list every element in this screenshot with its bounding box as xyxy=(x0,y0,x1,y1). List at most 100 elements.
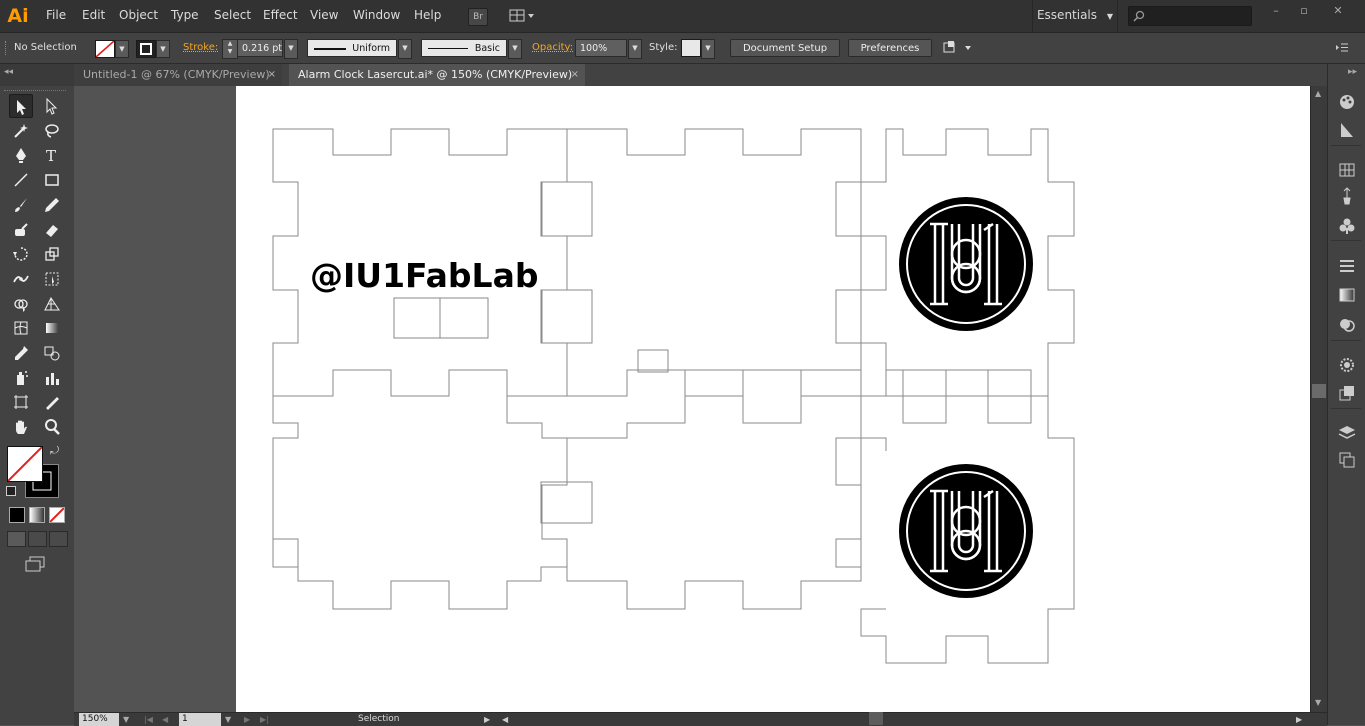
opacity-field[interactable]: 100% xyxy=(575,39,627,57)
mesh-tool-button[interactable] xyxy=(9,316,31,338)
style-dropdown[interactable]: ▼ xyxy=(701,39,715,59)
minimize-button[interactable]: – xyxy=(1264,4,1288,18)
eyedropper-tool-button[interactable] xyxy=(9,341,31,363)
scale-tool-button[interactable] xyxy=(40,242,62,264)
stroke-weight-field[interactable]: 0.216 pt xyxy=(237,39,283,57)
horizontal-scroll-thumb[interactable] xyxy=(869,712,883,725)
zoom-field[interactable]: 150% xyxy=(79,713,119,726)
selection-tool-button[interactable] xyxy=(9,94,33,118)
menu-select[interactable]: Select xyxy=(214,8,251,22)
default-colors-icon[interactable] xyxy=(6,486,16,496)
perspective-grid-tool-button[interactable] xyxy=(40,292,62,314)
scroll-up-icon[interactable]: ▲ xyxy=(1315,89,1321,98)
expand-panels-icon[interactable]: ▸▸ xyxy=(1348,67,1357,77)
stroke-dropdown[interactable]: ▼ xyxy=(156,40,170,58)
artboard[interactable]: @IU1FabLab xyxy=(236,86,1310,712)
scroll-right-icon[interactable]: ▶ xyxy=(1296,713,1302,726)
shape-builder-tool-button[interactable] xyxy=(9,292,31,314)
close-window-button[interactable]: ✕ xyxy=(1326,4,1350,18)
scroll-left-icon[interactable]: ◀ xyxy=(502,713,508,726)
none-mode-button[interactable] xyxy=(49,507,65,523)
variable-width-profile[interactable]: Uniform xyxy=(307,39,397,57)
bridge-button[interactable]: Br xyxy=(468,8,488,26)
brush-definition[interactable]: Basic xyxy=(421,39,507,57)
close-icon[interactable]: × xyxy=(268,64,276,86)
menu-object[interactable]: Object xyxy=(119,8,158,22)
lasso-tool-button[interactable] xyxy=(40,119,62,141)
collapse-panel-icon[interactable]: ◂◂ xyxy=(4,67,13,77)
canvas-area[interactable]: @IU1FabLab xyxy=(74,86,1310,712)
gradient-mode-button[interactable] xyxy=(29,507,45,523)
chevron-down-icon[interactable]: ▼ xyxy=(225,713,231,726)
graphic-style-swatch[interactable] xyxy=(681,39,701,57)
arrange-menu-button[interactable] xyxy=(942,40,972,56)
scroll-thumb[interactable] xyxy=(1312,384,1326,398)
artboard-number-field[interactable]: 1 xyxy=(179,713,221,726)
fill-swatch[interactable] xyxy=(95,40,115,58)
opacity-dropdown[interactable]: ▼ xyxy=(628,39,642,59)
menu-edit[interactable]: Edit xyxy=(82,8,105,22)
menu-help[interactable]: Help xyxy=(414,8,441,22)
hand-tool-button[interactable] xyxy=(9,415,31,437)
vertical-scrollbar[interactable]: ▲ ▼ xyxy=(1310,86,1328,712)
panel-menu-button[interactable] xyxy=(1335,42,1349,54)
opacity-label[interactable]: Opacity: xyxy=(532,42,573,53)
stroke-panel-button[interactable] xyxy=(1337,256,1357,276)
stroke-label[interactable]: Stroke: xyxy=(183,42,218,53)
pen-tool-button[interactable] xyxy=(9,143,31,165)
zoom-tool-button[interactable] xyxy=(40,415,62,437)
search-input[interactable] xyxy=(1128,6,1252,26)
swap-colors-icon[interactable]: ⤾ xyxy=(50,444,59,458)
menu-file[interactable]: File xyxy=(46,8,66,22)
close-icon[interactable]: × xyxy=(571,64,579,86)
menu-effect[interactable]: Effect xyxy=(263,8,298,22)
magic-wand-tool-button[interactable] xyxy=(9,119,31,141)
tab-untitled-1[interactable]: Untitled-1 @ 67% (CMYK/Preview) × xyxy=(74,64,282,86)
draw-inside-button[interactable] xyxy=(49,531,68,547)
arrange-documents-button[interactable] xyxy=(507,8,535,24)
artboards-panel-button[interactable] xyxy=(1337,450,1357,470)
document-setup-button[interactable]: Document Setup xyxy=(730,39,840,57)
rotate-tool-button[interactable] xyxy=(9,242,31,264)
menu-window[interactable]: Window xyxy=(353,8,400,22)
workspace-switcher[interactable]: Essentials ▼ xyxy=(1032,0,1118,32)
scroll-down-icon[interactable]: ▼ xyxy=(1315,698,1321,707)
gradient-panel-button[interactable] xyxy=(1337,285,1357,305)
direct-selection-tool-button[interactable] xyxy=(40,94,62,116)
symbols-panel-button[interactable] xyxy=(1337,216,1357,236)
symbol-sprayer-tool-button[interactable] xyxy=(9,366,31,388)
graphic-styles-panel-button[interactable] xyxy=(1337,383,1357,403)
paintbrush-tool-button[interactable] xyxy=(9,193,31,215)
stroke-weight-stepper[interactable]: ▲ ▼ xyxy=(222,39,238,59)
width-tool-button[interactable] xyxy=(9,267,31,289)
draw-normal-button[interactable] xyxy=(7,531,26,547)
color-mode-button[interactable] xyxy=(9,507,25,523)
type-tool-button[interactable]: T xyxy=(40,143,62,165)
last-artboard-icon[interactable]: ▶| xyxy=(260,713,269,726)
tab-alarm-clock-lasercut[interactable]: Alarm Clock Lasercut.ai* @ 150% (CMYK/Pr… xyxy=(289,64,585,86)
transparency-panel-button[interactable] xyxy=(1337,315,1357,335)
color-guide-button[interactable] xyxy=(1337,120,1357,140)
rectangle-tool-button[interactable] xyxy=(40,168,62,190)
gradient-tool-button[interactable] xyxy=(40,316,62,338)
previous-artboard-icon[interactable]: ◀ xyxy=(162,713,168,726)
line-segment-tool-button[interactable] xyxy=(9,168,31,190)
stroke-weight-dropdown[interactable]: ▼ xyxy=(284,39,298,59)
menu-view[interactable]: View xyxy=(310,8,338,22)
screen-mode-button[interactable] xyxy=(24,556,46,572)
draw-behind-button[interactable] xyxy=(28,531,47,547)
fill-color-front[interactable] xyxy=(7,446,43,482)
color-panel-button[interactable] xyxy=(1337,92,1357,112)
appearance-panel-button[interactable] xyxy=(1337,355,1357,375)
restore-button[interactable]: ▫ xyxy=(1292,4,1316,18)
status-menu-icon[interactable]: ▶ xyxy=(484,713,490,726)
brush-dropdown[interactable]: ▼ xyxy=(508,39,522,59)
free-transform-tool-button[interactable] xyxy=(40,267,62,289)
chevron-down-icon[interactable]: ▼ xyxy=(123,713,129,726)
blob-brush-tool-button[interactable] xyxy=(9,218,31,240)
next-artboard-icon[interactable]: ▶ xyxy=(244,713,250,726)
artboard-tool-button[interactable] xyxy=(9,390,31,412)
stroke-swatch[interactable] xyxy=(136,40,156,58)
slice-tool-button[interactable] xyxy=(40,390,62,412)
eraser-tool-button[interactable] xyxy=(40,218,62,240)
